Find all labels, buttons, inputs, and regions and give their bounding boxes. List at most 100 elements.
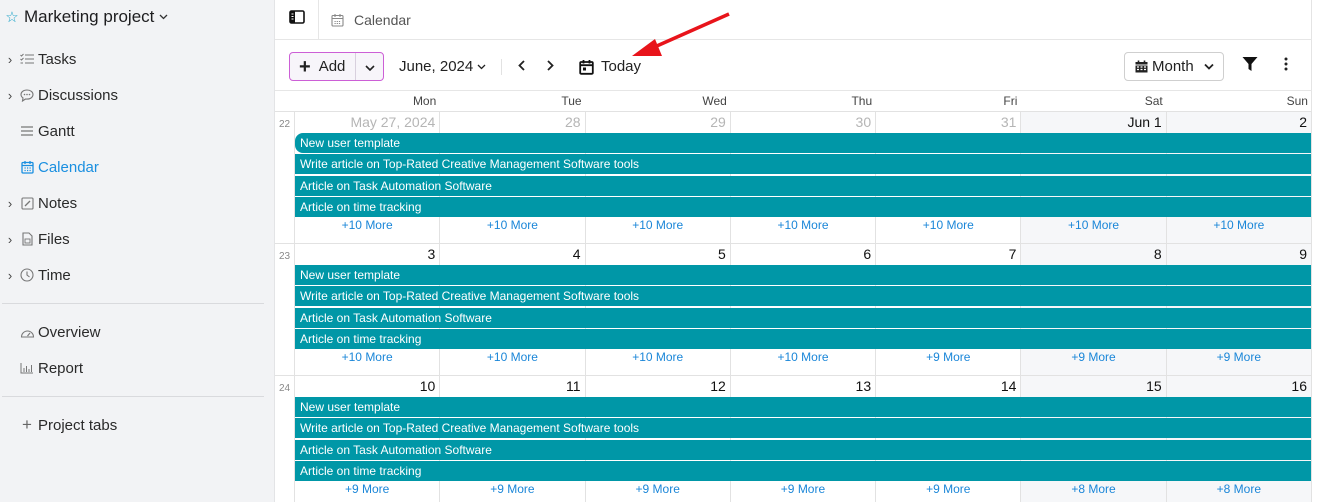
day-number[interactable]: 8: [1154, 246, 1162, 262]
day-number[interactable]: 11: [566, 378, 581, 394]
event-bar[interactable]: Write article on Top-Rated Creative Mana…: [295, 154, 1311, 175]
day-number[interactable]: 9: [1299, 246, 1307, 262]
more-events-link[interactable]: +8 More: [1167, 482, 1311, 496]
more-events-link[interactable]: +9 More: [876, 482, 1020, 496]
day-number[interactable]: 7: [1009, 246, 1017, 262]
day-number[interactable]: 6: [863, 246, 871, 262]
more-events-link[interactable]: +10 More: [1167, 218, 1311, 232]
sidebar-item-overview[interactable]: Overview: [0, 320, 260, 344]
weekday-header: Thu: [851, 94, 873, 108]
more-events-link[interactable]: +10 More: [586, 350, 730, 364]
chevron-right-icon[interactable]: ›: [0, 268, 18, 283]
sidebar-item-files[interactable]: › Files: [0, 227, 260, 251]
today-button[interactable]: Today: [579, 52, 641, 81]
previous-button[interactable]: [510, 52, 532, 81]
more-events-link[interactable]: +9 More: [586, 482, 730, 496]
chat-bubble-icon: [18, 87, 36, 103]
day-number[interactable]: 14: [1001, 378, 1017, 394]
day-number[interactable]: Jun 1: [1127, 114, 1161, 130]
more-events-link[interactable]: +10 More: [876, 218, 1020, 232]
add-button[interactable]: + Add: [290, 53, 356, 80]
day-number[interactable]: 13: [856, 378, 872, 394]
sidebar-toggle-button[interactable]: [275, 0, 319, 40]
more-events-link[interactable]: +10 More: [440, 218, 584, 232]
day-number[interactable]: 4: [573, 246, 581, 262]
sidebar: ☆ Marketing project › Tasks › Discussion…: [0, 0, 275, 502]
sidebar-item-report[interactable]: Report: [0, 356, 260, 380]
event-bar[interactable]: New user template: [295, 397, 1311, 417]
more-events-link[interactable]: +10 More: [295, 218, 439, 232]
event-bar[interactable]: Article on Task Automation Software: [295, 439, 1311, 460]
star-icon[interactable]: ☆: [4, 8, 20, 26]
event-bar[interactable]: New user template: [295, 133, 1311, 153]
day-number[interactable]: 31: [1001, 114, 1017, 130]
more-events-link[interactable]: +10 More: [1021, 218, 1165, 232]
filter-button[interactable]: [1239, 54, 1261, 79]
calendar-today-icon: [579, 59, 594, 75]
sidebar-item-label: Overview: [38, 323, 101, 341]
add-project-tabs-button[interactable]: + Project tabs: [0, 413, 260, 437]
chevron-right-icon[interactable]: ›: [0, 196, 18, 211]
day-number[interactable]: 29: [710, 114, 726, 130]
more-events-link[interactable]: +10 More: [731, 350, 875, 364]
sidebar-item-calendar[interactable]: Calendar: [0, 155, 260, 179]
more-events-link[interactable]: +9 More: [731, 482, 875, 496]
sidebar-item-label: Tasks: [38, 50, 77, 68]
day-number[interactable]: 10: [420, 378, 436, 394]
more-events-link[interactable]: +9 More: [1021, 350, 1165, 364]
day-number[interactable]: 16: [1291, 378, 1307, 394]
sidebar-item-time[interactable]: › Time: [0, 263, 260, 287]
more-events-link[interactable]: +8 More: [1021, 482, 1165, 496]
sidebar-item-discussions[interactable]: › Discussions: [0, 83, 260, 107]
more-events-link[interactable]: +10 More: [586, 218, 730, 232]
month-picker-label: June, 2024: [399, 58, 474, 75]
event-bar[interactable]: New user template: [295, 265, 1311, 285]
weekday-header: Sat: [1144, 94, 1163, 108]
more-events-link[interactable]: +10 More: [440, 350, 584, 364]
top-bar: Calendar: [275, 0, 1312, 40]
view-selector[interactable]: Month: [1124, 52, 1224, 81]
day-number[interactable]: 3: [427, 246, 435, 262]
chevron-right-icon[interactable]: ›: [0, 88, 18, 103]
more-events-link[interactable]: +9 More: [440, 482, 584, 496]
day-number[interactable]: 5: [718, 246, 726, 262]
event-bar[interactable]: Write article on Top-Rated Creative Mana…: [295, 418, 1311, 439]
task-list-icon: [18, 51, 36, 67]
next-button[interactable]: [539, 52, 561, 81]
project-title-dropdown[interactable]: ☆ Marketing project: [4, 6, 168, 28]
day-number[interactable]: 12: [710, 378, 726, 394]
sidebar-item-notes[interactable]: › Notes: [0, 191, 260, 215]
chevron-down-icon: [1204, 63, 1214, 70]
week-row: 24 10 +9 More 11 +9 More 12 +9 More 13 +9 More 14…: [275, 376, 1312, 502]
event-bar[interactable]: Article on Task Automation Software: [295, 307, 1311, 328]
more-events-link[interactable]: +9 More: [1167, 350, 1311, 364]
chevron-down-icon: [364, 58, 375, 76]
event-bar[interactable]: Article on time tracking: [295, 328, 1311, 349]
more-events-link[interactable]: +10 More: [731, 218, 875, 232]
more-events-link[interactable]: +9 More: [876, 350, 1020, 364]
gantt-icon: [18, 123, 36, 139]
breadcrumb-current: Calendar: [354, 11, 411, 28]
more-events-link[interactable]: +9 More: [295, 482, 439, 496]
chevron-right-icon[interactable]: ›: [0, 232, 18, 247]
event-bar[interactable]: Article on Task Automation Software: [295, 175, 1311, 196]
day-number[interactable]: 2: [1299, 114, 1307, 130]
chevron-right-icon[interactable]: ›: [0, 52, 18, 67]
event-bar[interactable]: Article on time tracking: [295, 460, 1311, 481]
more-options-button[interactable]: [1275, 54, 1297, 79]
sidebar-item-gantt[interactable]: Gantt: [0, 119, 260, 143]
sidebar-item-label: Files: [38, 230, 70, 248]
day-number[interactable]: 28: [565, 114, 581, 130]
more-events-link[interactable]: +10 More: [295, 350, 439, 364]
view-selector-label: Month: [1152, 58, 1194, 75]
event-bar[interactable]: Write article on Top-Rated Creative Mana…: [295, 286, 1311, 307]
day-number[interactable]: 15: [1146, 378, 1162, 394]
day-number[interactable]: 30: [856, 114, 872, 130]
add-dropdown-button[interactable]: [356, 53, 383, 80]
calendar-icon: [18, 159, 36, 175]
event-bar[interactable]: Article on time tracking: [295, 196, 1311, 217]
sidebar-item-tasks[interactable]: › Tasks: [0, 47, 260, 71]
clock-icon: [18, 267, 36, 283]
month-picker[interactable]: June, 2024: [399, 52, 486, 81]
day-number[interactable]: May 27, 2024: [350, 114, 435, 130]
